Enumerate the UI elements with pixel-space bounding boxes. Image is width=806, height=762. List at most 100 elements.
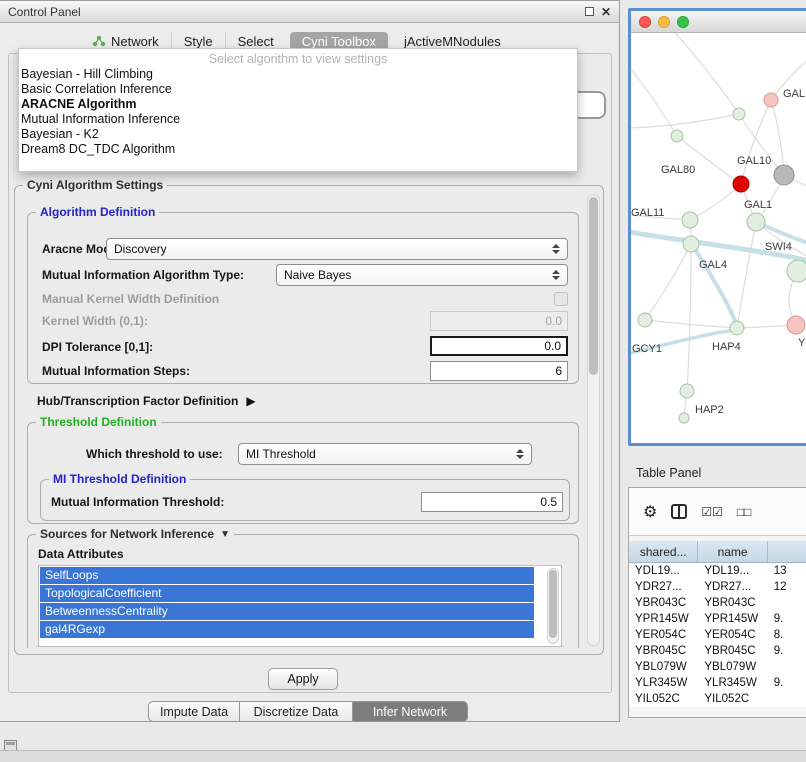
- table-cell: 12: [768, 579, 806, 595]
- node-gal1[interactable]: [747, 213, 765, 231]
- which-threshold-value: MI Threshold: [246, 447, 316, 461]
- node[interactable]: [787, 260, 806, 282]
- settings-scrollbar[interactable]: [587, 194, 600, 646]
- attributes-scrollbar[interactable]: [547, 568, 559, 644]
- node-gal10[interactable]: [733, 176, 749, 192]
- menu-item[interactable]: Basic Correlation Inference: [19, 82, 577, 97]
- window-close-button[interactable]: [639, 16, 651, 28]
- node-table: shared... name YDL19... YDL19... 13 YDR2…: [629, 541, 806, 707]
- aracne-mode-value: Discovery: [114, 242, 167, 256]
- column-header[interactable]: shared...: [629, 541, 698, 562]
- close-icon[interactable]: ✕: [601, 7, 611, 17]
- gear-icon[interactable]: ⚙: [643, 502, 657, 522]
- table-cell: YIL052C: [629, 691, 698, 707]
- table-panel-title: Table Panel: [636, 466, 701, 480]
- table-cell: YIL052C: [698, 691, 767, 707]
- settings-scrollbar-thumb[interactable]: [589, 197, 598, 375]
- table-cell: YLR345W: [629, 675, 698, 691]
- tab-discretize-data-label: Discretize Data: [254, 705, 339, 719]
- select-all-icon[interactable]: ☑☑: [701, 505, 723, 519]
- list-item[interactable]: SelfLoops: [40, 567, 534, 584]
- menu-item[interactable]: Dream8 DC_TDC Algorithm: [19, 142, 577, 157]
- node-label: GAL10: [737, 155, 771, 167]
- data-attributes-list[interactable]: SelfLoops TopologicalCoefficient Between…: [38, 565, 562, 647]
- table-cell: YBR043C: [629, 595, 698, 611]
- table-header-row: shared... name: [629, 541, 806, 563]
- table-row[interactable]: YPR145W YPR145W 9.: [629, 611, 806, 627]
- columns-icon[interactable]: [671, 504, 687, 519]
- node[interactable]: [787, 316, 805, 334]
- tab-impute-data[interactable]: Impute Data: [148, 701, 240, 722]
- aracne-mode-combo[interactable]: Discovery: [106, 238, 568, 260]
- table-row[interactable]: YER054C YER054C 8.: [629, 627, 806, 643]
- deselect-all-icon[interactable]: □□: [737, 505, 752, 519]
- which-threshold-combo[interactable]: MI Threshold: [238, 443, 532, 465]
- node[interactable]: [679, 413, 689, 423]
- column-header[interactable]: name: [698, 541, 767, 562]
- table-cell: YDL19...: [698, 563, 767, 579]
- node-label: HAP2: [695, 404, 724, 416]
- table-row[interactable]: YBR045C YBR045C 9.: [629, 643, 806, 659]
- float-panel-icon[interactable]: [585, 7, 594, 16]
- manual-kernel-label: Manual Kernel Width Definition: [42, 292, 219, 306]
- node[interactable]: [682, 212, 698, 228]
- node[interactable]: [671, 130, 683, 142]
- node-hap2[interactable]: [680, 384, 694, 398]
- mi-type-combo[interactable]: Naive Bayes: [276, 264, 568, 286]
- window-minimize-button[interactable]: [658, 16, 670, 28]
- table-row[interactable]: YBL079W YBL079W: [629, 659, 806, 675]
- dpi-tolerance-input[interactable]: [430, 336, 568, 356]
- attributes-scrollbar-thumb[interactable]: [549, 570, 557, 638]
- combo-stepper-icon: [552, 244, 560, 254]
- window-zoom-button[interactable]: [677, 16, 689, 28]
- combo-stepper-icon: [552, 270, 560, 280]
- table-cell: YBR045C: [629, 643, 698, 659]
- node-gal4[interactable]: [683, 236, 699, 252]
- table-cell: [768, 659, 806, 675]
- network-canvas[interactable]: GAL GAL80 GAL10 GAL11 GAL1 SWI4 GAL4 GCY…: [631, 33, 806, 443]
- manual-kernel-checkbox[interactable]: [554, 292, 568, 306]
- table-row[interactable]: YIL052C YIL052C: [629, 691, 806, 707]
- mi-threshold-label: Mutual Information Threshold:: [51, 495, 224, 509]
- node[interactable]: [764, 93, 778, 107]
- table-row[interactable]: YDL19... YDL19... 13: [629, 563, 806, 579]
- tab-infer-network[interactable]: Infer Network: [353, 701, 468, 722]
- table-cell: YDR27...: [629, 579, 698, 595]
- tab-jactivemnodules-label: jActiveMNodules: [404, 34, 501, 49]
- table-row[interactable]: YBR043C YBR043C: [629, 595, 806, 611]
- list-item[interactable]: TopologicalCoefficient: [40, 585, 534, 602]
- menu-item[interactable]: Bayesian - K2: [19, 127, 577, 142]
- tab-cyni-toolbox-label: Cyni Toolbox: [302, 34, 376, 49]
- node-label: GAL1: [744, 199, 772, 211]
- mi-steps-label: Mutual Information Steps:: [42, 364, 190, 378]
- mi-steps-input[interactable]: [430, 361, 568, 381]
- menu-item[interactable]: Mutual Information Inference: [19, 112, 577, 127]
- hub-definition-label: Hub/Transcription Factor Definition: [37, 394, 238, 408]
- node-hap4[interactable]: [730, 321, 744, 335]
- node[interactable]: [733, 108, 745, 120]
- tab-style-label: Style: [184, 34, 213, 49]
- sources-group-title-row[interactable]: Sources for Network Inference ▼: [36, 527, 234, 541]
- menu-item[interactable]: Bayesian - Hill Climbing: [19, 67, 577, 82]
- menu-item-selected[interactable]: ARACNE Algorithm: [19, 97, 577, 112]
- table-row[interactable]: YLR345W YLR345W 9.: [629, 675, 806, 691]
- mi-threshold-input[interactable]: [421, 492, 563, 512]
- kernel-width-input[interactable]: [430, 311, 568, 331]
- table-cell: [768, 691, 806, 707]
- list-item[interactable]: gal4RGexp: [40, 621, 534, 638]
- expand-arrow-icon: ▼: [220, 529, 230, 540]
- threshold-definition-title: Threshold Definition: [36, 415, 161, 429]
- table-cell: 9.: [768, 643, 806, 659]
- node-label: Y: [798, 337, 806, 349]
- table-cell: YDR27...: [698, 579, 767, 595]
- column-header[interactable]: [768, 541, 806, 562]
- node-gcy1[interactable]: [638, 313, 652, 327]
- apply-button[interactable]: Apply: [268, 668, 338, 690]
- node[interactable]: [774, 165, 794, 185]
- table-row[interactable]: YDR27... YDR27... 12: [629, 579, 806, 595]
- list-item[interactable]: BetweennessCentrality: [40, 603, 534, 620]
- table-cell: [768, 595, 806, 611]
- data-attributes-label: Data Attributes: [38, 547, 124, 561]
- hub-definition-toggle[interactable]: Hub/Transcription Factor Definition ▶: [37, 394, 256, 408]
- tab-discretize-data[interactable]: Discretize Data: [240, 701, 353, 722]
